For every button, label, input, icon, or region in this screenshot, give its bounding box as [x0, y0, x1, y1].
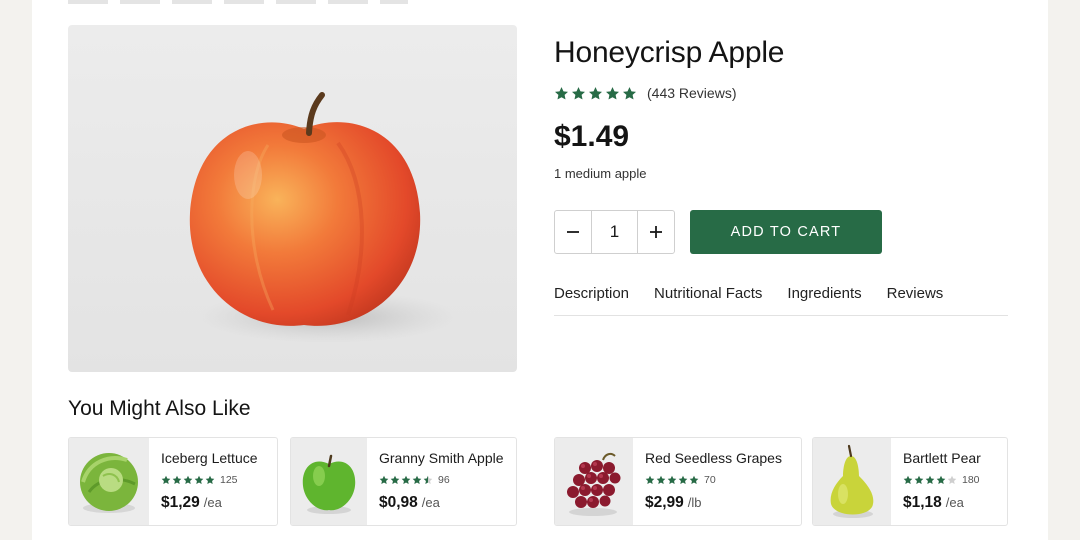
card-name: Granny Smith Apple — [379, 450, 504, 466]
increase-quantity-button[interactable] — [638, 211, 674, 253]
card-price: $1,29 — [161, 494, 200, 511]
product-thumbnail — [813, 438, 891, 525]
card-rating-stars — [645, 475, 699, 485]
star-icon — [194, 475, 204, 484]
card-price: $2,99 — [645, 494, 684, 511]
card-review-count: 96 — [438, 474, 450, 486]
card-rating-stars — [903, 475, 957, 485]
review-count[interactable]: (443 Reviews) — [647, 85, 736, 101]
card-unit: /ea — [945, 495, 964, 510]
star-icon — [412, 475, 422, 484]
product-thumbnail — [69, 438, 149, 525]
star-icon — [925, 475, 935, 484]
card-price: $1,18 — [903, 494, 942, 511]
star-icon — [947, 475, 957, 484]
recommendation-card[interactable]: Granny Smith Apple 96 $0,98 /ea — [290, 437, 517, 526]
star-icon — [667, 475, 677, 484]
pear-image — [830, 444, 874, 518]
star-icon — [678, 475, 688, 484]
star-icon — [423, 475, 433, 484]
product-title: Honeycrisp Apple — [554, 36, 785, 69]
star-icon — [161, 475, 171, 484]
tab-ingredients[interactable]: Ingredients — [787, 285, 861, 315]
star-icon — [656, 475, 666, 484]
product-page: Honeycrisp Apple (443 Reviews) $1.49 1 m… — [32, 0, 1048, 540]
breadcrumb — [68, 0, 408, 4]
star-icon — [379, 475, 389, 484]
recommendation-card[interactable]: Iceberg Lettuce 125 $1,29 /ea — [68, 437, 278, 526]
unit-note: 1 medium apple — [554, 166, 647, 181]
star-icon — [589, 86, 602, 99]
tab-reviews[interactable]: Reviews — [887, 285, 944, 315]
star-icon — [623, 86, 636, 99]
card-review-count: 125 — [220, 474, 238, 486]
recommendation-card[interactable]: Red Seedless Grapes 70 $2,99 /lb — [554, 437, 802, 526]
star-icon — [172, 475, 182, 484]
rating-stars — [554, 86, 637, 101]
star-icon — [645, 475, 655, 484]
product-rating: (443 Reviews) — [554, 85, 736, 101]
star-icon — [936, 475, 946, 484]
add-to-cart-button[interactable]: ADD TO CART — [690, 210, 882, 254]
product-thumbnail — [291, 438, 367, 525]
star-icon — [183, 475, 193, 484]
star-icon — [914, 475, 924, 484]
card-name: Iceberg Lettuce — [161, 450, 258, 466]
tab-nutritional-facts[interactable]: Nutritional Facts — [654, 285, 762, 315]
card-rating-stars — [379, 475, 433, 485]
card-unit: /ea — [203, 495, 222, 510]
product-tabs: Description Nutritional Facts Ingredient… — [554, 285, 1008, 316]
recommendations-title: You Might Also Like — [68, 397, 251, 420]
card-name: Bartlett Pear — [903, 450, 981, 466]
grapes-image — [567, 452, 621, 516]
product-image — [68, 25, 517, 372]
card-unit: /ea — [421, 495, 440, 510]
quantity-stepper: 1 — [554, 210, 675, 254]
product-price: $1.49 — [554, 120, 630, 153]
star-icon — [689, 475, 699, 484]
star-icon — [606, 86, 619, 99]
plus-icon — [650, 226, 662, 238]
card-rating-stars — [161, 475, 215, 485]
product-thumbnail — [555, 438, 633, 525]
minus-icon — [567, 231, 579, 233]
star-icon — [205, 475, 215, 484]
green-apple-image — [302, 454, 356, 514]
recommendation-card[interactable]: Bartlett Pear 180 $1,18 /ea — [812, 437, 1008, 526]
card-unit: /lb — [687, 495, 702, 510]
lettuce-image — [80, 453, 138, 513]
star-icon — [572, 86, 585, 99]
card-review-count: 180 — [962, 474, 980, 486]
card-name: Red Seedless Grapes — [645, 450, 782, 466]
card-review-count: 70 — [704, 474, 716, 486]
card-price: $0,98 — [379, 494, 418, 511]
star-icon — [401, 475, 411, 484]
star-icon — [555, 86, 568, 99]
apple-image — [189, 92, 458, 343]
star-icon — [390, 475, 400, 484]
quantity-value[interactable]: 1 — [591, 211, 638, 253]
decrease-quantity-button[interactable] — [555, 211, 591, 253]
star-icon — [903, 475, 913, 484]
tab-description[interactable]: Description — [554, 285, 629, 315]
